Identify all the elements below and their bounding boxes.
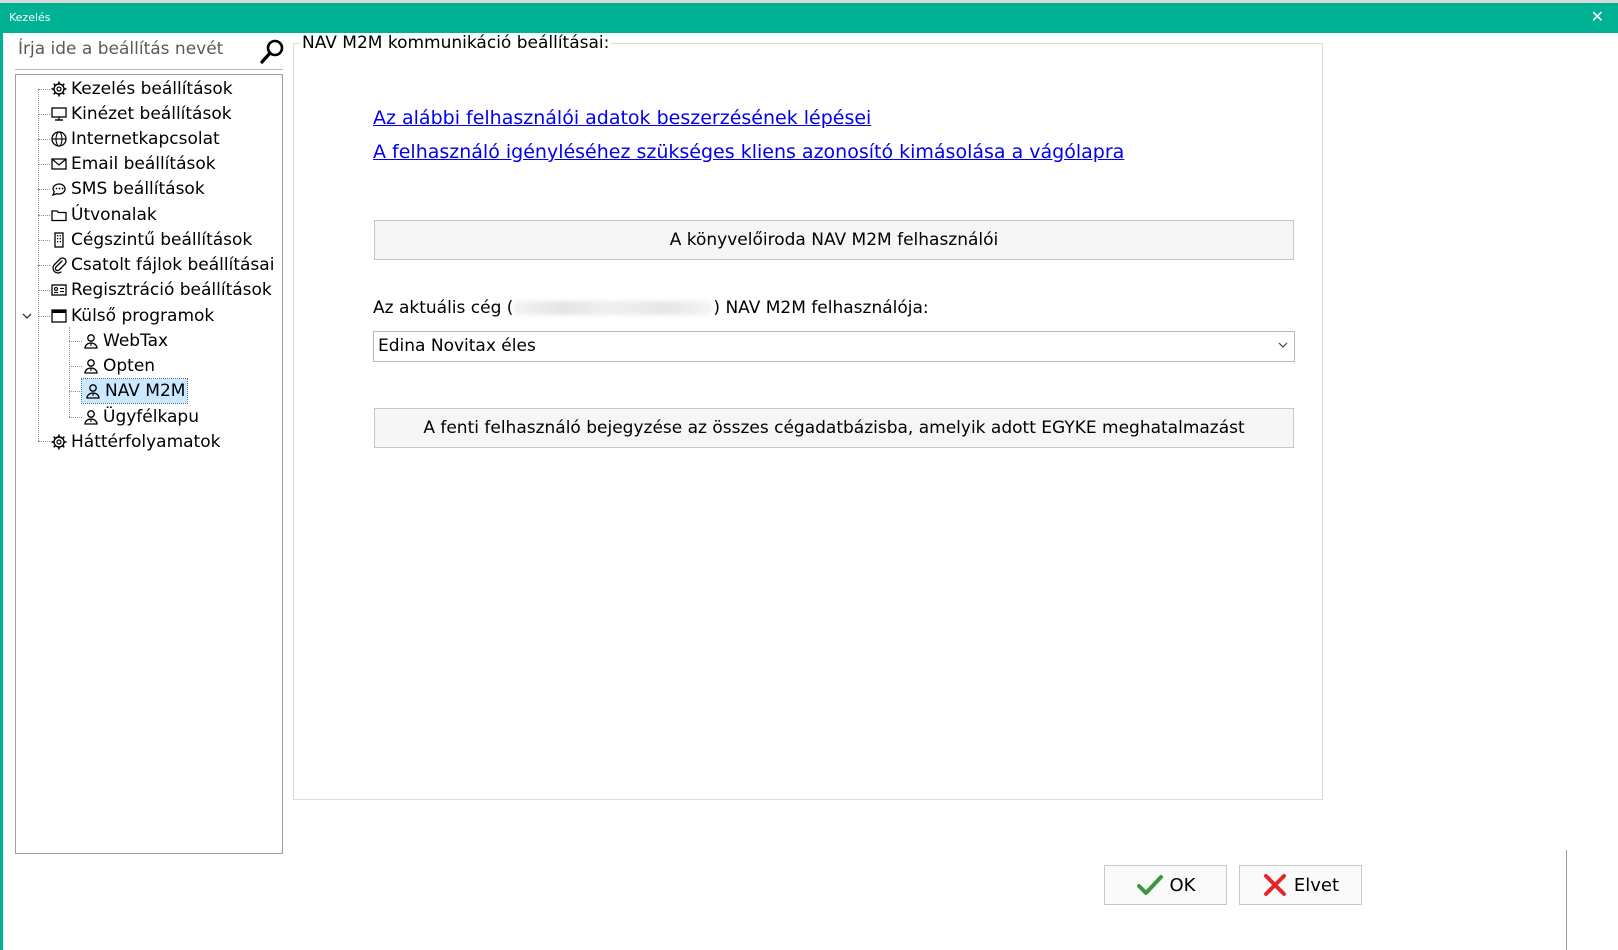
tree-item-opten[interactable]: Opten [82,354,155,378]
tree-item-label: Opten [103,356,156,376]
tree-item-kinezet[interactable]: Kinézet beállítások [50,102,232,126]
close-icon[interactable]: ✕ [1591,7,1604,27]
monitor-icon [51,107,67,121]
register-user-all-databases-button[interactable]: A fenti felhasználó bejegyzése az összes… [374,408,1294,448]
current-company-user-label: Az aktuális cég ( ) NAV M2M felhasználója… [373,298,929,318]
building-icon [54,232,64,248]
settings-tree[interactable]: Kezelés beállítások Kinézet beállítások … [15,74,283,854]
tree-item-label: WebTax [103,331,169,351]
user-icon [84,359,98,374]
tree-item-label: Útvonalak [71,205,157,225]
window-border [0,33,3,950]
chevron-down-icon[interactable] [1276,338,1290,352]
window-title: Kezelés [9,11,51,24]
tree-item-label: Internetkapcsolat [71,129,220,149]
ok-button[interactable]: OK [1104,865,1227,905]
tree-item-label: NAV M2M [105,381,186,401]
tree-item-internet[interactable]: Internetkapcsolat [50,127,220,151]
tree-item-sms[interactable]: SMS beállítások [50,177,205,201]
tree-item-label: Csatolt fájlok beállításai [71,255,275,275]
tree-item-label: Kinézet beállítások [71,104,232,124]
cancel-label: Elvet [1293,874,1340,896]
office-users-button[interactable]: A könyvelőiroda NAV M2M felhasználói [374,220,1294,260]
chat-bubble-icon [51,183,66,197]
tree-item-ugyfelkapu[interactable]: Ügyfélkapu [82,405,199,429]
user-icon [84,334,98,349]
paperclip-icon [52,257,67,274]
tree-item-email[interactable]: Email beállítások [50,152,216,176]
tree-item-label: SMS beállítások [71,179,205,199]
tree-item-nav-m2m[interactable]: NAV M2M [80,378,189,404]
window-icon [51,309,67,323]
title-bar: Kezelés ✕ [0,3,1618,33]
search-placeholder: Írja ide a beállítás nevét [18,39,224,59]
globe-icon [51,131,67,147]
tree-item-hatterfolyamatok[interactable]: Háttérfolyamatok [50,430,220,454]
user-icon [84,410,98,425]
gear-icon [51,81,67,97]
copy-client-id-link[interactable]: A felhasználó igényléséhez szükséges kli… [373,141,1124,163]
tree-item-webtax[interactable]: WebTax [82,329,168,353]
nav-user-select-value: Edina Novitax éles [378,336,536,356]
label-prefix: Az aktuális cég ( [373,298,514,318]
ok-label: OK [1169,874,1196,896]
redacted-company-name [513,301,714,315]
user-icon [86,384,100,399]
tree-item-label: Külső programok [71,306,215,326]
chevron-down-icon[interactable] [21,311,33,321]
cancel-button[interactable]: Elvet [1239,865,1362,905]
tree-item-csatolt[interactable]: Csatolt fájlok beállításai [50,253,274,277]
tree-item-label: Háttérfolyamatok [71,432,221,452]
tree-item-label: Regisztráció beállítások [71,280,272,300]
window-divider [1566,850,1567,950]
gear-icon [51,434,67,450]
nav-user-select[interactable]: Edina Novitax éles [373,331,1295,362]
checkmark-icon [1136,875,1163,895]
folder-icon [51,210,67,222]
id-card-icon [51,284,67,296]
tree-item-kulso-programok[interactable]: Külső programok [50,304,214,328]
search-icon[interactable] [257,37,287,67]
tree-item-label: Email beállítások [71,154,216,174]
tree-item-label: Kezelés beállítások [71,79,233,99]
tree-item-utvonalak[interactable]: Útvonalak [50,203,157,227]
tree-item-label: Ügyfélkapu [103,407,199,427]
steps-link[interactable]: Az alábbi felhasználói adatok beszerzésé… [373,107,871,129]
tree-item-cegszintu[interactable]: Cégszintű beállítások [50,228,252,252]
x-mark-icon [1263,874,1286,896]
label-suffix: ) NAV M2M felhasználója: [713,298,929,318]
groupbox-title: NAV M2M kommunikáció beállításai: [300,33,612,53]
tree-item-regisztracio[interactable]: Regisztráció beállítások [50,278,272,302]
envelope-icon [51,158,67,170]
tree-item-kezeles[interactable]: Kezelés beállítások [50,77,233,101]
tree-item-label: Cégszintű beállítások [71,230,253,250]
settings-search[interactable]: Írja ide a beállítás nevét [15,37,284,70]
